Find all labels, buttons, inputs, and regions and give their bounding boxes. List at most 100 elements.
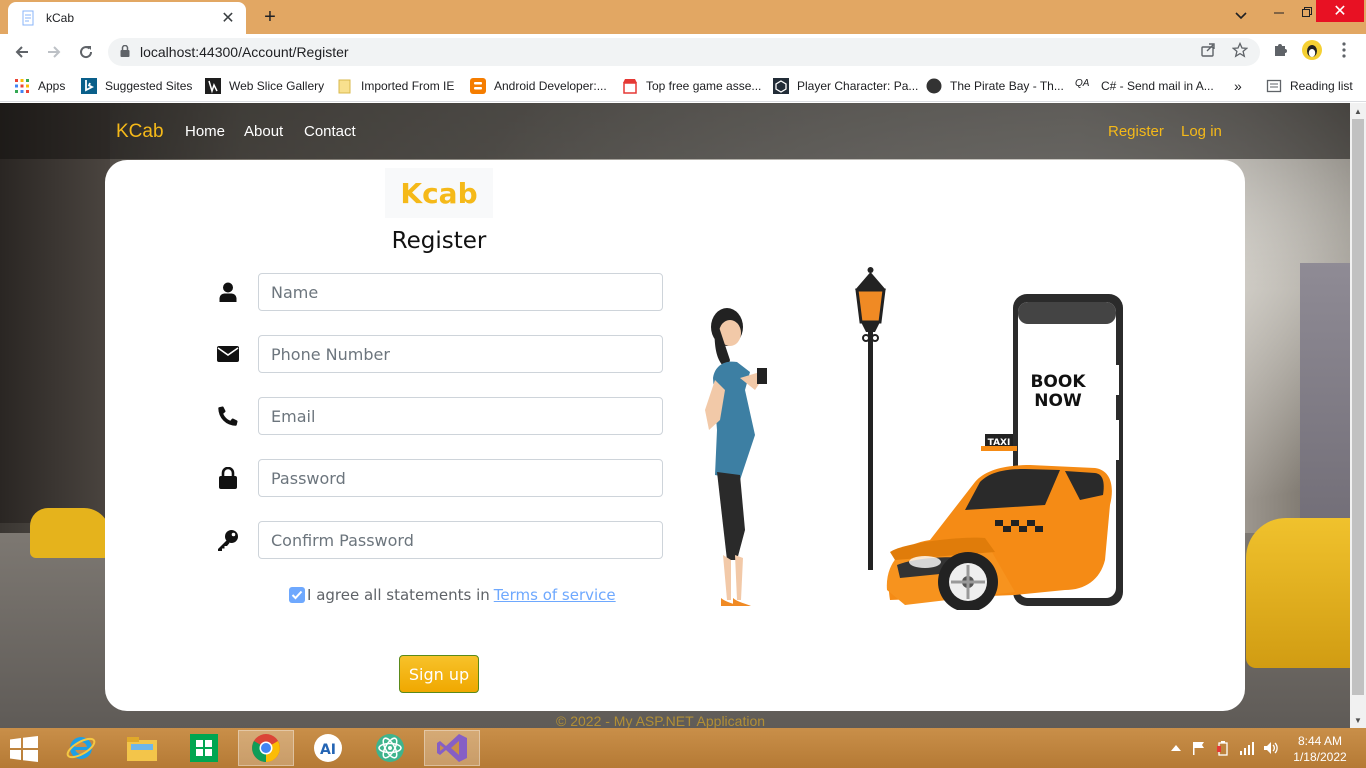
- phone-icon: [215, 405, 241, 427]
- woman-with-phone-icon: [705, 308, 767, 606]
- nav-contact-link[interactable]: Contact: [304, 123, 356, 140]
- scrollbar-thumb[interactable]: [1352, 119, 1364, 695]
- new-tab-button[interactable]: +: [258, 5, 282, 29]
- bookmark-apps[interactable]: Apps: [14, 76, 65, 96]
- nav-login-link[interactable]: Log in: [1181, 123, 1222, 140]
- bookmark-web-slice-gallery[interactable]: Web Slice Gallery: [205, 76, 324, 96]
- background-photo: [0, 103, 110, 523]
- chrome-icon[interactable]: [238, 730, 294, 766]
- power-icon[interactable]: [1214, 740, 1232, 756]
- scroll-up-icon[interactable]: ▲: [1350, 103, 1366, 119]
- logo-box: Kcab: [385, 168, 493, 218]
- browser-tab[interactable]: kCab ✕: [8, 2, 246, 34]
- bookmark-label: Android Developer:...: [494, 79, 607, 93]
- windows-start-icon[interactable]: [10, 736, 38, 762]
- blogger-icon: [470, 78, 486, 94]
- lock-icon: [215, 467, 241, 489]
- reading-list-icon: [1266, 78, 1282, 94]
- phone-number-input[interactable]: [258, 335, 663, 373]
- show-hidden-icons-chevron-icon[interactable]: [1170, 740, 1182, 756]
- background-photo: [1246, 518, 1350, 668]
- browser-toolbar: localhost:44300/Account/Register: [0, 34, 1366, 70]
- reading-list-label: Reading list: [1290, 79, 1353, 93]
- action-center-flag-icon[interactable]: [1190, 740, 1208, 756]
- page-title: Register: [391, 228, 487, 254]
- file-explorer-icon[interactable]: [114, 730, 170, 766]
- bookmark-android-developer[interactable]: Android Developer:...: [470, 76, 607, 96]
- logo-text: Kcab: [400, 176, 478, 210]
- apps-grid-icon: [14, 78, 30, 94]
- page-favicon-icon: [20, 10, 36, 26]
- page-scrollbar[interactable]: ▲ ▼: [1350, 103, 1366, 728]
- bookmark-player-character[interactable]: Player Character: Pa...: [773, 76, 918, 96]
- password-row: [215, 459, 665, 497]
- close-tab-icon[interactable]: ✕: [220, 10, 236, 27]
- envelope-icon: [215, 343, 241, 365]
- key-icon: [215, 529, 241, 551]
- volume-speaker-icon[interactable]: [1262, 740, 1280, 756]
- password-input[interactable]: [258, 459, 663, 497]
- network-signal-icon[interactable]: [1238, 740, 1256, 756]
- bookmark-label: Suggested Sites: [105, 79, 193, 93]
- svg-text:BOOK: BOOK: [1030, 372, 1086, 392]
- nav-about-link[interactable]: About: [244, 123, 283, 140]
- browser-tabstrip: kCab ✕ + ✕: [0, 0, 1366, 34]
- close-window-icon[interactable]: ✕: [1316, 0, 1364, 22]
- bookmark-label: Top free game asse...: [646, 79, 762, 93]
- share-icon[interactable]: [1198, 40, 1218, 60]
- bookmarks-bar: Apps Suggested Sites Web Slice Gallery I…: [0, 70, 1366, 102]
- sign-up-button[interactable]: Sign up: [399, 655, 479, 693]
- scroll-down-icon[interactable]: ▼: [1350, 712, 1366, 728]
- nav-home-link[interactable]: Home: [185, 123, 225, 140]
- agree-text: I agree all statements in: [307, 586, 490, 604]
- reading-list-button[interactable]: Reading list: [1266, 76, 1353, 96]
- store-icon: [622, 78, 638, 94]
- more-bookmarks-button[interactable]: »: [1234, 76, 1242, 96]
- minimize-window-icon[interactable]: [1266, 0, 1292, 24]
- terms-of-service-link[interactable]: Terms of service: [494, 586, 616, 604]
- nav-register-link[interactable]: Register: [1108, 123, 1164, 140]
- back-arrow-icon[interactable]: [10, 40, 34, 64]
- name-row: [215, 273, 665, 311]
- atom-editor-icon[interactable]: [362, 730, 418, 766]
- clock-date: 1/18/2022: [1293, 750, 1347, 764]
- visual-studio-icon[interactable]: [424, 730, 480, 766]
- windows-taskbar: AI 8:44 AM 1/18/2022: [0, 728, 1366, 768]
- browser-menu-icon[interactable]: [1334, 40, 1354, 60]
- lock-icon[interactable]: [120, 44, 130, 60]
- bookmark-imported-from-ie[interactable]: Imported From IE: [337, 76, 454, 96]
- confirm-password-row: [215, 521, 665, 559]
- svg-text:NOW: NOW: [1034, 391, 1082, 411]
- site-brand-link[interactable]: KCab: [116, 121, 164, 143]
- web-slice-icon: [205, 78, 221, 94]
- windows-store-icon[interactable]: [176, 730, 232, 766]
- user-icon: [215, 281, 241, 303]
- taskbar-clock[interactable]: 8:44 AM 1/18/2022: [1292, 733, 1348, 765]
- bookmark-label: Apps: [38, 79, 66, 93]
- extensions-puzzle-icon[interactable]: [1270, 40, 1290, 60]
- register-card: Kcab Register Name Phone Number Email Pa…: [105, 160, 1245, 711]
- email-input[interactable]: [258, 397, 663, 435]
- reload-icon[interactable]: [74, 40, 98, 64]
- bookmark-label: Player Character: Pa...: [797, 79, 919, 93]
- address-bar[interactable]: localhost:44300/Account/Register: [108, 38, 1260, 66]
- url-text[interactable]: localhost:44300/Account/Register: [140, 44, 349, 60]
- bookmark-label: Imported From IE: [361, 79, 455, 93]
- confirm-password-input[interactable]: [258, 521, 663, 559]
- azure-data-studio-icon[interactable]: AI: [300, 730, 356, 766]
- agree-checkbox[interactable]: [289, 587, 305, 603]
- tab-search-chevron-icon[interactable]: [1228, 4, 1254, 28]
- tab-title: kCab: [46, 11, 75, 25]
- bookmark-star-icon[interactable]: [1230, 40, 1250, 60]
- terms-agreement: I agree all statements in Terms of servi…: [289, 584, 616, 606]
- profile-avatar-icon[interactable]: [1302, 40, 1322, 60]
- bookmark-send-mail[interactable]: QA C# - Send mail in A...: [1075, 76, 1214, 96]
- bookmark-top-free-game-assets[interactable]: Top free game asse...: [622, 76, 761, 96]
- bookmark-pirate-bay[interactable]: The Pirate Bay - Th...: [926, 76, 1064, 96]
- bookmark-label: C# - Send mail in A...: [1101, 79, 1214, 93]
- internet-explorer-icon[interactable]: [53, 730, 109, 766]
- forward-arrow-icon[interactable]: [42, 40, 66, 64]
- name-input[interactable]: [258, 273, 663, 311]
- site-navbar: KCab Home About Contact Register Log in: [0, 103, 1350, 159]
- bookmark-suggested-sites[interactable]: Suggested Sites: [81, 76, 192, 96]
